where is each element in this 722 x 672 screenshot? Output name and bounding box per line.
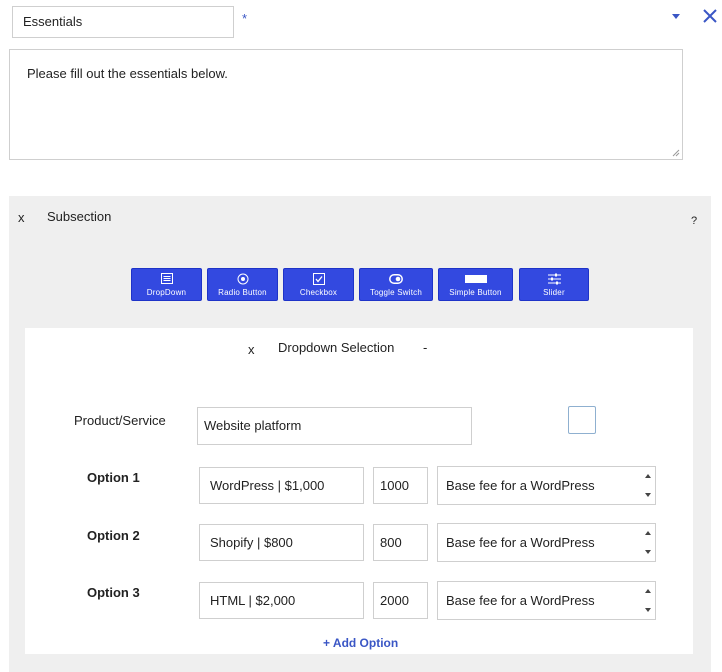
add-dropdown-button[interactable]: DropDown — [131, 268, 202, 301]
add-slider-button[interactable]: Slider — [519, 268, 589, 301]
tool-label: Slider — [543, 288, 565, 297]
tool-label: Checkbox — [299, 288, 338, 297]
product-service-label: Product/Service — [74, 413, 166, 428]
add-radio-button[interactable]: Radio Button — [207, 268, 278, 301]
description-textarea[interactable]: Please fill out the essentials below. — [9, 49, 683, 160]
option-description-text: Base fee for a WordPress — [446, 593, 595, 608]
option-description-textarea[interactable]: Base fee for a WordPress — [437, 466, 656, 505]
option-label: Option 2 — [87, 528, 140, 543]
caret-down-icon[interactable] — [668, 8, 684, 24]
collapse-button[interactable]: - — [423, 340, 427, 355]
resize-grip-icon[interactable] — [671, 148, 680, 157]
tool-label: Radio Button — [218, 288, 267, 297]
option-name-input[interactable]: Shopify | $800 — [199, 524, 364, 561]
checkbox-icon — [312, 272, 325, 285]
option-name-input[interactable]: WordPress | $1,000 — [199, 467, 364, 504]
description-text: Please fill out the essentials below. — [27, 66, 228, 81]
tool-label: Toggle Switch — [370, 288, 422, 297]
product-service-input[interactable]: Website platform — [197, 407, 472, 445]
subsection-panel: x Subsection ? DropDown Radio Button Che… — [9, 196, 711, 672]
option-description-textarea[interactable]: Base fee for a WordPress — [437, 581, 656, 620]
help-button[interactable]: ? — [691, 215, 697, 227]
button-icon — [464, 272, 487, 285]
list-icon — [160, 272, 173, 285]
required-indicator: * — [242, 11, 248, 26]
option-price-input[interactable]: 1000 — [373, 467, 428, 504]
option-name-input[interactable]: HTML | $2,000 — [199, 582, 364, 619]
tool-label: Simple Button — [449, 288, 502, 297]
add-option-link[interactable]: + Add Option — [323, 636, 398, 650]
scroll-arrows-icon[interactable] — [643, 528, 653, 559]
section-title-input[interactable]: Essentials — [12, 6, 234, 38]
scroll-arrows-icon[interactable] — [643, 586, 653, 617]
option-price-input[interactable]: 2000 — [373, 582, 428, 619]
sliders-icon — [547, 272, 561, 285]
add-toggle-switch-button[interactable]: Toggle Switch — [359, 268, 433, 301]
tool-label: DropDown — [146, 288, 187, 297]
option-price-input[interactable]: 800 — [373, 524, 428, 561]
option-description-text: Base fee for a WordPress — [446, 478, 595, 493]
option-label: Option 1 — [87, 470, 140, 485]
remove-dropdown-button[interactable]: x — [248, 342, 255, 357]
option-description-textarea[interactable]: Base fee for a WordPress — [437, 523, 656, 562]
add-checkbox-button[interactable]: Checkbox — [283, 268, 354, 301]
toggle-icon — [389, 272, 403, 285]
close-icon[interactable] — [700, 6, 720, 26]
option-description-text: Base fee for a WordPress — [446, 535, 595, 550]
radio-icon — [237, 272, 249, 285]
scroll-arrows-icon[interactable] — [643, 471, 653, 502]
add-simple-button[interactable]: Simple Button — [438, 268, 513, 301]
product-checkbox[interactable] — [568, 406, 596, 434]
option-label: Option 3 — [87, 585, 140, 600]
remove-subsection-button[interactable]: x — [18, 210, 25, 225]
subsection-title: Subsection — [47, 209, 112, 224]
dropdown-selection-card: x Dropdown Selection - Product/Service W… — [25, 328, 693, 654]
dropdown-title: Dropdown Selection — [278, 340, 395, 355]
